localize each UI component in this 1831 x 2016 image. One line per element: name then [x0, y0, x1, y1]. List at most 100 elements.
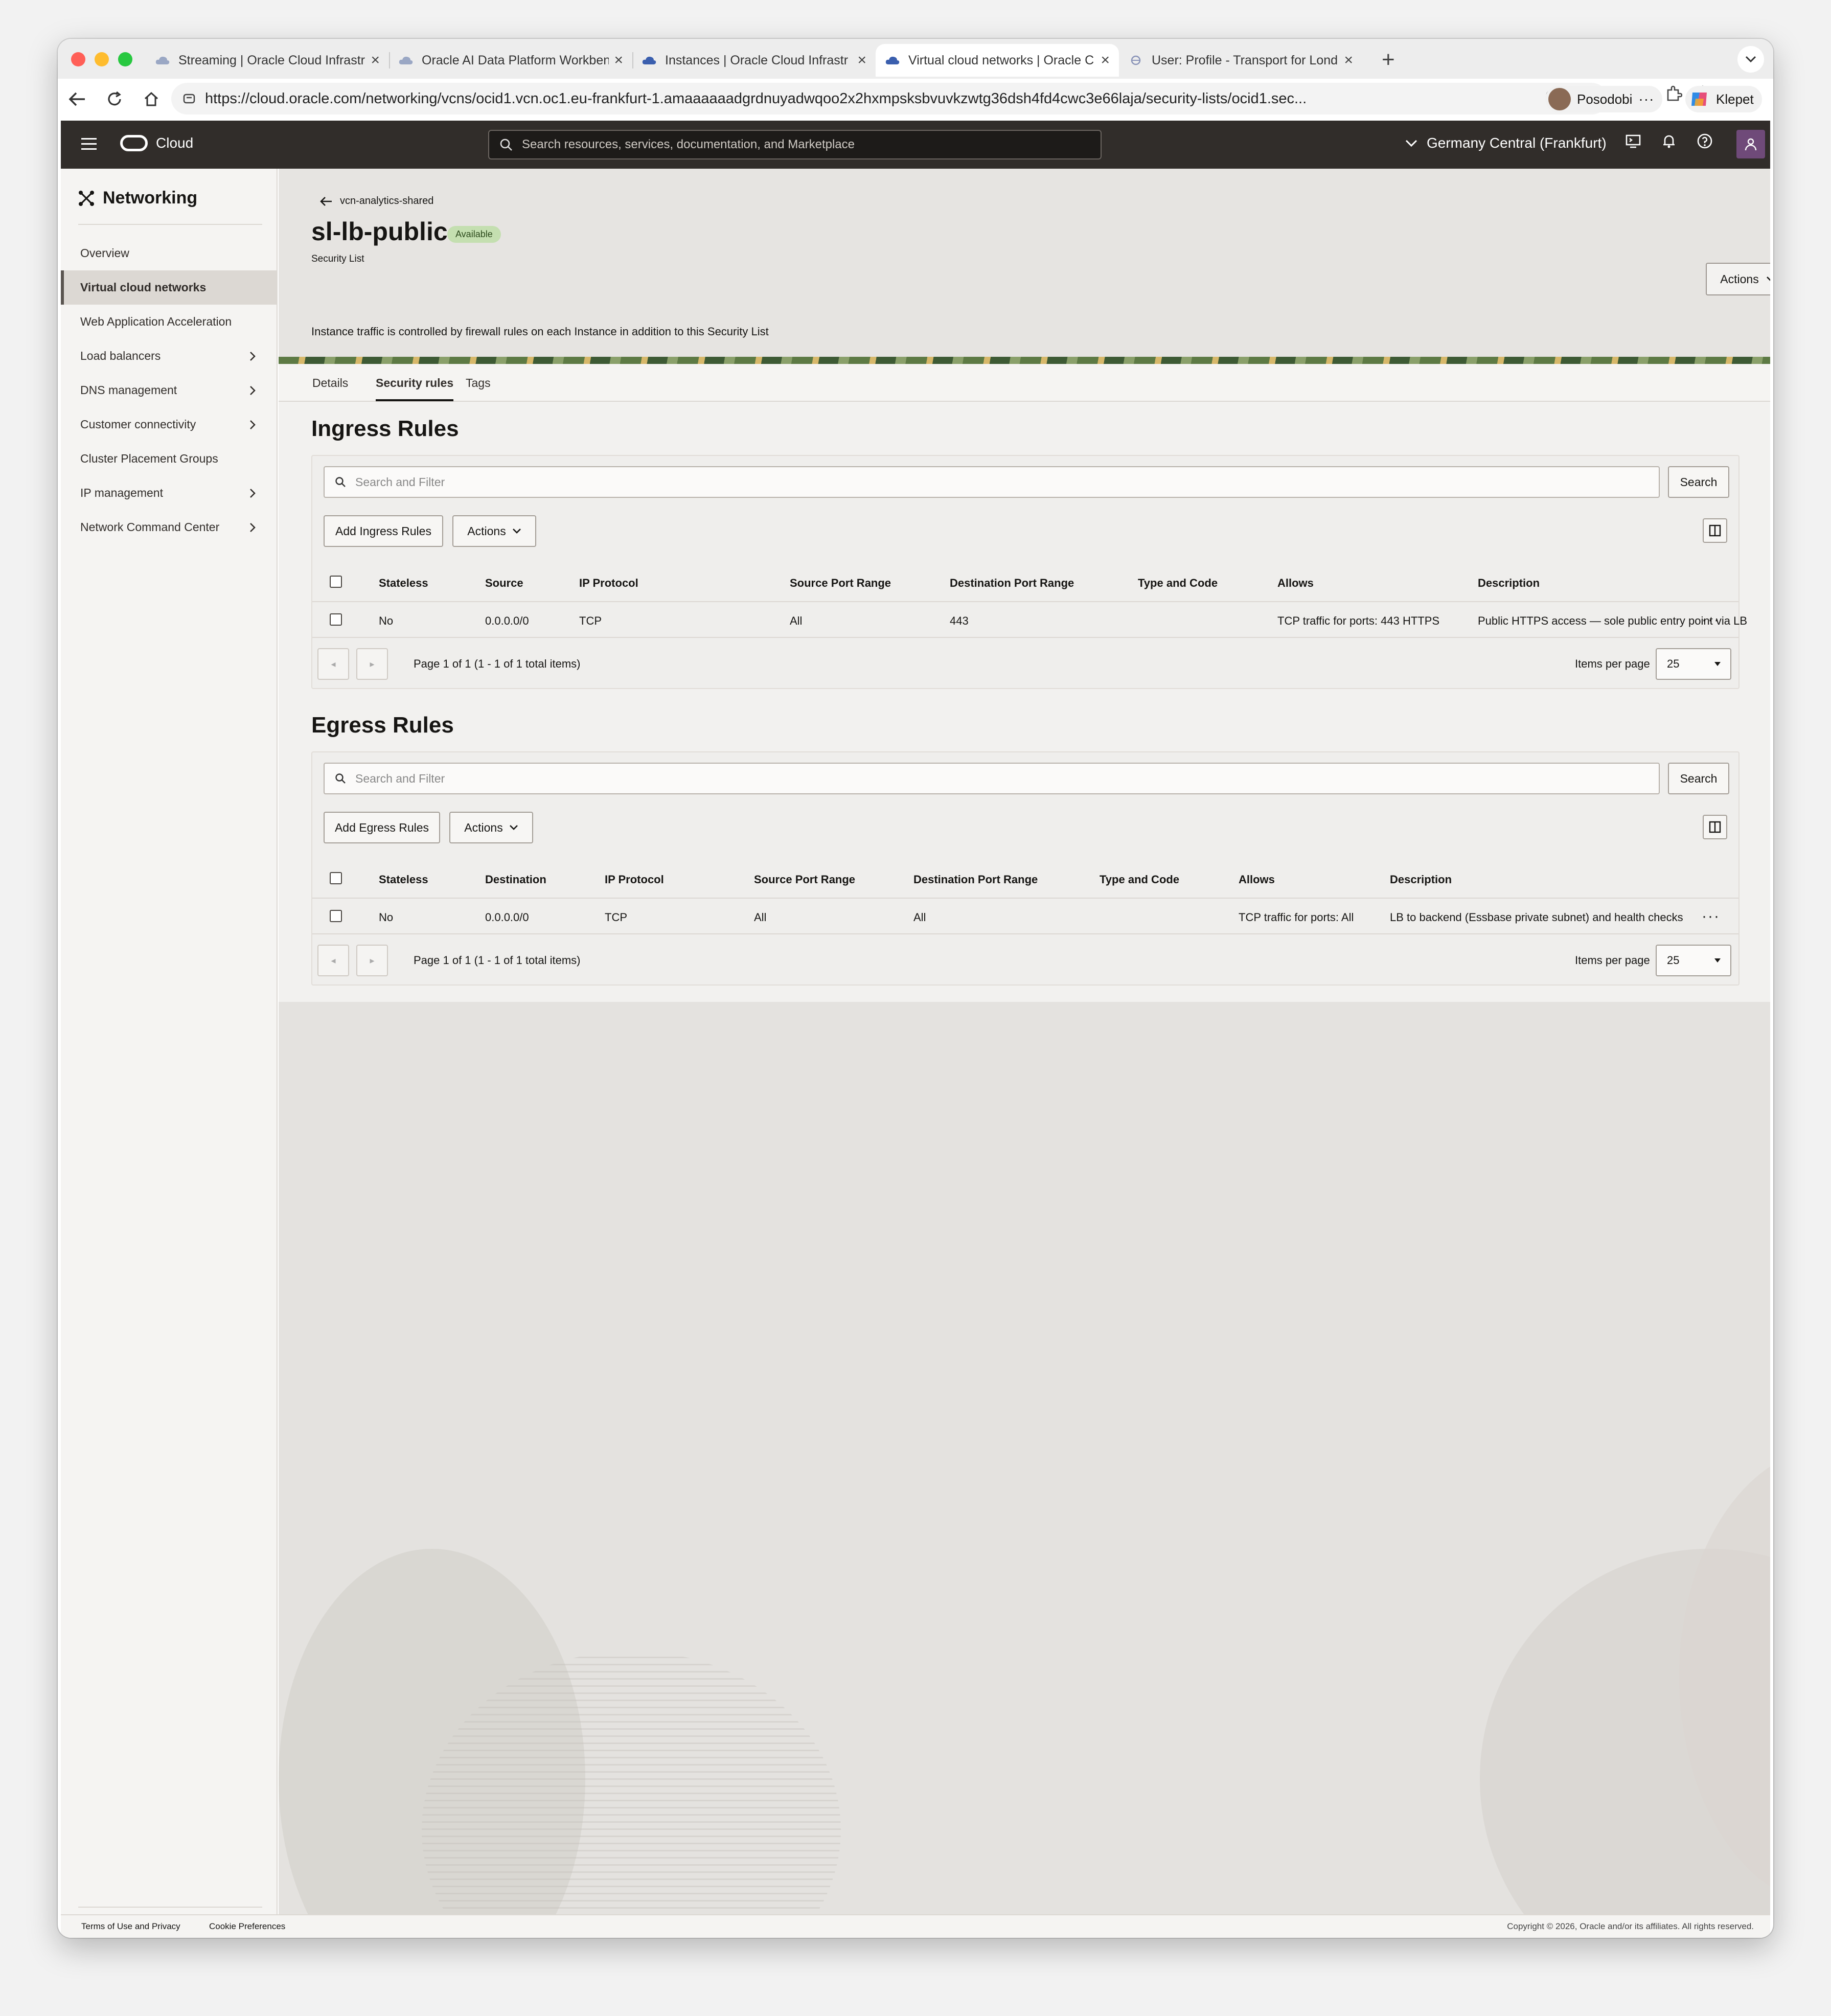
tab-details[interactable]: Details — [312, 376, 348, 390]
table-cell: TCP — [605, 911, 627, 924]
close-tab-icon[interactable]: × — [1101, 52, 1110, 69]
page-actions-button[interactable]: Actions — [1706, 263, 1770, 295]
table-cell: TCP traffic for ports: 443 HTTPS — [1277, 614, 1440, 627]
prev-page-button[interactable]: ◂ — [317, 945, 349, 976]
column-header[interactable]: Stateless — [379, 577, 428, 590]
extensions-icon[interactable] — [1664, 85, 1682, 103]
column-header[interactable]: Allows — [1277, 577, 1314, 590]
table-cell: 443 — [950, 614, 969, 627]
search-icon — [335, 477, 346, 487]
help-icon[interactable] — [1697, 133, 1713, 149]
browser-tab[interactable]: Streaming | Oracle Cloud Infrastr × — [146, 44, 389, 77]
back-link[interactable]: vcn-analytics-shared — [319, 195, 433, 207]
column-header[interactable]: Source Port Range — [790, 577, 891, 590]
close-tab-icon[interactable]: × — [614, 52, 623, 69]
tab-security-rules[interactable]: Security rules — [376, 376, 454, 401]
search-button[interactable]: Search — [1668, 763, 1729, 794]
sidebar-nav: Overview Virtual cloud networks Web Applic… — [61, 236, 277, 544]
next-page-button[interactable]: ▸ — [356, 648, 388, 680]
profile-button[interactable]: Posodobi ··· — [1545, 86, 1663, 112]
column-header[interactable]: Type and Code — [1100, 873, 1179, 886]
hamburger-menu-icon[interactable] — [81, 138, 97, 153]
columns-icon — [1709, 821, 1721, 833]
region-selector[interactable]: Germany Central (Frankfurt) — [1405, 135, 1607, 151]
sidebar-item-overview[interactable]: Overview — [61, 236, 277, 270]
row-actions-icon[interactable]: ··· — [1702, 908, 1720, 925]
close-tab-icon[interactable]: × — [1344, 52, 1353, 69]
ingress-title: Ingress Rules — [311, 416, 459, 441]
browser-tab-active[interactable]: Virtual cloud networks | Oracle C × — [876, 44, 1119, 77]
sidebar-item-cluster-placement-groups[interactable]: Cluster Placement Groups — [61, 442, 277, 476]
table-header-row: Stateless Destination IP Protocol Source Po… — [312, 861, 1738, 898]
column-header[interactable]: Source — [485, 577, 523, 590]
column-header[interactable]: Source Port Range — [754, 873, 855, 886]
oracle-logo[interactable] — [120, 135, 148, 151]
sidebar-item-customer-connectivity[interactable]: Customer connectivity — [61, 407, 277, 442]
browser-tab[interactable]: User: Profile - Transport for Lond × — [1119, 44, 1362, 77]
page-subtitle: Security List — [311, 254, 364, 264]
actions-label: Actions — [1720, 272, 1759, 286]
close-tab-icon[interactable]: × — [371, 52, 380, 69]
minimize-window-button[interactable] — [95, 52, 109, 66]
column-header[interactable]: Destination — [485, 873, 546, 886]
site-info-icon[interactable] — [182, 92, 196, 105]
column-header[interactable]: Description — [1478, 577, 1540, 590]
maximize-window-button[interactable] — [118, 52, 132, 66]
browser-tab[interactable]: Oracle AI Data Platform Workben × — [389, 44, 632, 77]
cookie-preferences-link[interactable]: Cookie Preferences — [209, 1921, 285, 1932]
global-search-input[interactable]: Search resources, services, documentatio… — [488, 130, 1102, 159]
cloud-shell-icon[interactable] — [1625, 133, 1641, 149]
table-actions-button[interactable]: Actions — [452, 515, 536, 547]
add-rules-button[interactable]: Add Ingress Rules — [324, 515, 443, 547]
items-per-page-select[interactable]: 25 — [1656, 648, 1731, 680]
sidebar-item-web-application-acceleration[interactable]: Web Application Acceleration — [61, 305, 277, 339]
bell-icon[interactable] — [1661, 133, 1677, 149]
address-bar[interactable]: https://cloud.oracle.com/networking/vcns… — [171, 83, 1608, 114]
filter-input[interactable]: Search and Filter — [324, 466, 1660, 498]
sidebar-item-load-balancers[interactable]: Load balancers — [61, 339, 277, 373]
copilot-button[interactable]: Klepet — [1685, 86, 1762, 112]
column-header[interactable]: Destination Port Range — [913, 873, 1038, 886]
home-button[interactable] — [137, 85, 166, 113]
browser-tab[interactable]: Instances | Oracle Cloud Infrastr × — [632, 44, 876, 77]
chevron-right-icon — [250, 488, 256, 498]
row-checkbox[interactable] — [330, 910, 342, 922]
tab-tags[interactable]: Tags — [466, 376, 491, 390]
column-settings-button[interactable] — [1703, 518, 1727, 543]
next-page-button[interactable]: ▸ — [356, 945, 388, 976]
user-menu-button[interactable] — [1736, 130, 1765, 158]
sidebar-item-dns-management[interactable]: DNS management — [61, 373, 277, 407]
terms-link[interactable]: Terms of Use and Privacy — [81, 1921, 180, 1932]
column-header[interactable]: IP Protocol — [579, 577, 638, 590]
header-icons — [1625, 133, 1713, 149]
select-all-checkbox[interactable] — [330, 576, 342, 588]
close-tab-icon[interactable]: × — [857, 52, 866, 69]
column-header[interactable]: Stateless — [379, 873, 428, 886]
sidebar-item-ip-management[interactable]: IP management — [61, 476, 277, 510]
select-all-checkbox[interactable] — [330, 872, 342, 884]
add-rules-button[interactable]: Add Egress Rules — [324, 812, 440, 843]
search-button[interactable]: Search — [1668, 466, 1729, 498]
column-header[interactable]: Description — [1390, 873, 1452, 886]
more-menu-icon[interactable]: ··· — [1638, 91, 1654, 107]
column-header[interactable]: Type and Code — [1138, 577, 1218, 590]
sidebar-item-network-command-center[interactable]: Network Command Center — [61, 510, 277, 544]
column-header[interactable]: Allows — [1239, 873, 1275, 886]
row-checkbox[interactable] — [330, 613, 342, 626]
items-per-page-select[interactable]: 25 — [1656, 945, 1731, 976]
filter-input[interactable]: Search and Filter — [324, 763, 1660, 794]
back-button[interactable] — [63, 85, 91, 113]
row-actions-icon[interactable]: ··· — [1702, 611, 1720, 629]
new-tab-icon[interactable]: + — [1382, 47, 1395, 73]
column-header[interactable]: Destination Port Range — [950, 577, 1074, 590]
reload-button[interactable] — [100, 85, 129, 113]
column-settings-button[interactable] — [1703, 815, 1727, 839]
tab-search-button[interactable] — [1737, 46, 1764, 73]
table-actions-button[interactable]: Actions — [449, 812, 533, 843]
close-window-button[interactable] — [71, 52, 85, 66]
brand-label[interactable]: Cloud — [156, 135, 193, 151]
column-header[interactable]: IP Protocol — [605, 873, 664, 886]
prev-page-button[interactable]: ◂ — [317, 648, 349, 680]
page-info: Page 1 of 1 (1 - 1 of 1 total items) — [414, 657, 581, 670]
sidebar-item-virtual-cloud-networks[interactable]: Virtual cloud networks — [61, 270, 277, 305]
